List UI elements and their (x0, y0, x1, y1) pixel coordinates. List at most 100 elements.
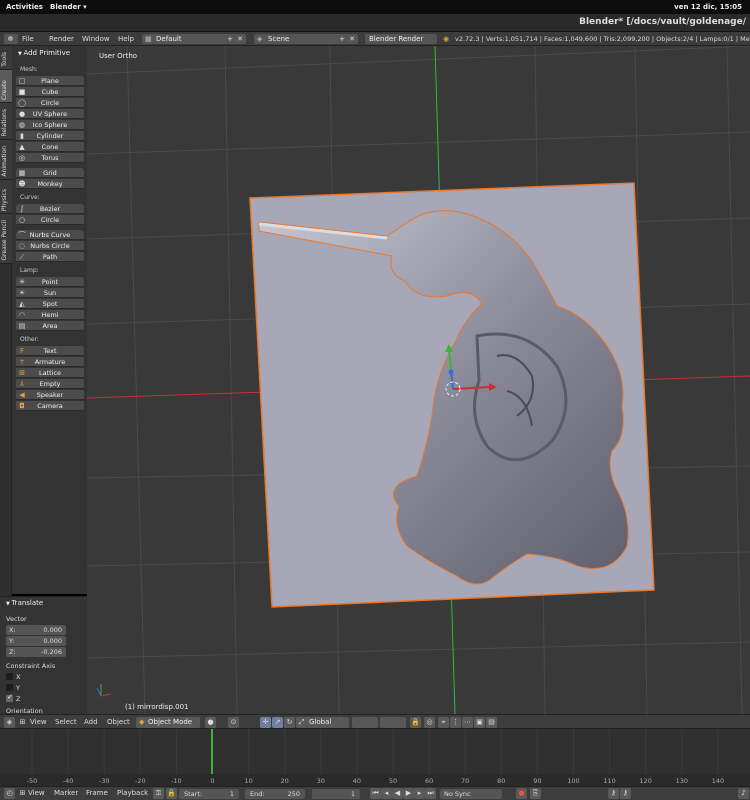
snap-element-button[interactable]: ⋮ (450, 717, 461, 728)
add-scene-icon[interactable]: + (339, 34, 345, 44)
add-monkey-button[interactable]: ☻ Monkey (16, 179, 84, 189)
opengl-render-button[interactable]: ▤ (486, 717, 497, 728)
constraint-z-checkbox[interactable] (6, 693, 13, 702)
play-icon[interactable]: ▶ (403, 788, 414, 799)
add-armature-button[interactable]: ☥ Armature (16, 357, 84, 367)
add-ico-sphere-button[interactable]: ◍ Ico Sphere (16, 120, 84, 130)
add-camera-button[interactable]: ◘ Camera (16, 401, 84, 411)
snap-target-button[interactable]: ⋯ (462, 717, 473, 728)
add-area-lamp-button[interactable]: ▤ Area (16, 321, 84, 331)
tab-relations[interactable]: Relations (0, 103, 12, 140)
vector-z-field[interactable]: Z: -0.206 (6, 647, 66, 657)
add-sun-lamp-button[interactable]: ☀ Sun (16, 288, 84, 298)
menu-view[interactable]: View (30, 717, 47, 728)
add-path-button[interactable]: ⟋ Path (16, 252, 84, 262)
editor-type-button[interactable] (4, 34, 18, 44)
app-menu[interactable]: Blender ▾ (50, 3, 87, 11)
editor-type-3d-button[interactable]: ◈ (4, 717, 15, 728)
translate-manipulator-button[interactable]: ↗ (272, 717, 283, 728)
menu-object[interactable]: Object (107, 717, 130, 728)
constraint-x-checkbox[interactable] (6, 673, 13, 680)
add-grid-button[interactable]: ▦ Grid (16, 168, 84, 178)
timeline-canvas[interactable]: -50 -40 -30 -20 -10 0 10 20 30 40 50 60 70 80 90 100 110… (0, 729, 750, 786)
3d-viewport[interactable]: User Ortho (1) mirrordisp.001 (87, 46, 750, 714)
pivot-point-button[interactable]: ⊙ (228, 717, 239, 728)
snap-toggle[interactable]: ⌖ (438, 717, 449, 728)
add-layout-icon[interactable]: + (227, 34, 233, 44)
add-nurbs-curve-button[interactable]: ⌒ Nurbs Curve (16, 230, 84, 240)
keying-set-icon[interactable]: ⚿ (153, 788, 164, 799)
tab-tools[interactable]: Tools (0, 46, 12, 70)
vector-y-field[interactable]: Y: 0.000 (6, 636, 66, 646)
menu-window[interactable]: Window (82, 34, 110, 44)
add-spot-lamp-button[interactable]: ◭ Spot (16, 299, 84, 309)
end-frame-field[interactable]: End: 250 (245, 789, 305, 799)
tab-physics[interactable]: Physics (0, 180, 12, 214)
current-frame-field[interactable]: 1 (312, 789, 360, 799)
add-bezier-button[interactable]: ∫ Bezier (16, 204, 84, 214)
play-reverse-icon[interactable]: ◀ (392, 788, 403, 799)
insert-keyframe-icon[interactable]: ⚷ (608, 788, 619, 799)
menu-add[interactable]: Add (84, 717, 98, 728)
add-cylinder-button[interactable]: ▮ Cylinder (16, 131, 84, 141)
timeline-menu-view[interactable]: View (28, 788, 45, 799)
transform-orientation-dropdown[interactable]: Global (305, 717, 349, 728)
render-preview-button[interactable]: ▣ (474, 717, 485, 728)
add-point-lamp-button[interactable]: ✳ Point (16, 277, 84, 287)
tab-animation[interactable]: Animation (0, 140, 12, 180)
menu-help[interactable]: Help (118, 34, 134, 44)
prev-keyframe-icon[interactable]: ◂ (381, 788, 392, 799)
add-hemi-lamp-button[interactable]: ◠ Hemi (16, 310, 84, 320)
sync-mode-dropdown[interactable]: No Sync (440, 789, 502, 799)
add-cone-button[interactable]: ▲ Cone (16, 142, 84, 152)
editor-type-timeline-button[interactable]: ◴ (4, 788, 15, 799)
activities-button[interactable]: Activities (6, 3, 43, 11)
clock[interactable]: ven 12 dic, 15:05 (674, 3, 742, 11)
scene-selector[interactable]: ◈ Scene + ✕ (254, 34, 358, 44)
viewport-canvas[interactable] (87, 46, 750, 714)
add-uv-sphere-button[interactable]: ● UV Sphere (16, 109, 84, 119)
auto-keying-icon[interactable]: ● (516, 788, 527, 799)
add-text-button[interactable]: F Text (16, 346, 84, 356)
add-cube-button[interactable]: ■ Cube (16, 87, 84, 97)
layer-buttons-a[interactable] (352, 717, 378, 728)
add-speaker-button[interactable]: ◀ Speaker (16, 390, 84, 400)
render-engine-dropdown[interactable]: Blender Render (365, 34, 437, 44)
mode-dropdown[interactable]: ◆ Object Mode (136, 717, 200, 728)
add-circle-button[interactable]: ◯ Circle (16, 98, 84, 108)
layer-buttons-b[interactable] (380, 717, 406, 728)
add-empty-button[interactable]: ⅄ Empty (16, 379, 84, 389)
timeline-menu-frame[interactable]: Frame (86, 788, 108, 799)
menu-render[interactable]: Render (49, 34, 74, 44)
add-nurbs-circle-button[interactable]: ◌ Nurbs Circle (16, 241, 84, 251)
delete-keyframe-icon[interactable]: ⚷ (620, 788, 631, 799)
lock-frame-icon[interactable]: 🔒 (166, 788, 177, 799)
rotate-manipulator-button[interactable]: ↻ (284, 717, 295, 728)
viewport-shading-button[interactable]: ● (205, 717, 216, 728)
lock-layers-icon[interactable]: 🔒 (410, 717, 421, 728)
timeline-menu-marker[interactable]: Marker (54, 788, 78, 799)
add-bezier-circle-button[interactable]: ○ Circle (16, 215, 84, 225)
add-primitive-header[interactable]: Add Primitive (18, 49, 70, 57)
collapse-timeline-menus-icon[interactable]: ⊞ (17, 788, 28, 799)
add-lattice-button[interactable]: ⊞ Lattice (16, 368, 84, 378)
add-plane-button[interactable]: ▢ Plane (16, 76, 84, 86)
tab-grease-pencil[interactable]: Grease Pencil (0, 214, 12, 264)
tab-create[interactable]: Create (0, 70, 12, 103)
menu-select[interactable]: Select (55, 717, 77, 728)
start-frame-field[interactable]: Start: 1 (179, 789, 239, 799)
mute-audio-icon[interactable]: ♪ (738, 788, 749, 799)
jump-end-icon[interactable]: ⏭ (425, 788, 436, 799)
delete-layout-icon[interactable]: ✕ (237, 34, 243, 44)
add-torus-button[interactable]: ◎ Torus (16, 153, 84, 163)
delete-scene-icon[interactable]: ✕ (349, 34, 355, 44)
timeline-menu-playback[interactable]: Playback (117, 788, 148, 799)
proportional-edit-button[interactable]: ◎ (424, 717, 435, 728)
collapse-menus-icon[interactable]: ⊞ (17, 717, 28, 728)
vector-x-field[interactable]: X: 0.000 (6, 625, 66, 635)
timeline-editor[interactable]: -50 -40 -30 -20 -10 0 10 20 30 40 50 60 70 80 90 100 110… (0, 729, 750, 786)
menu-file[interactable]: File (22, 34, 34, 44)
keying-set-selector[interactable]: ⎘ (530, 788, 541, 799)
translate-header[interactable]: Translate (6, 599, 43, 607)
constraint-y-checkbox[interactable] (6, 684, 13, 691)
